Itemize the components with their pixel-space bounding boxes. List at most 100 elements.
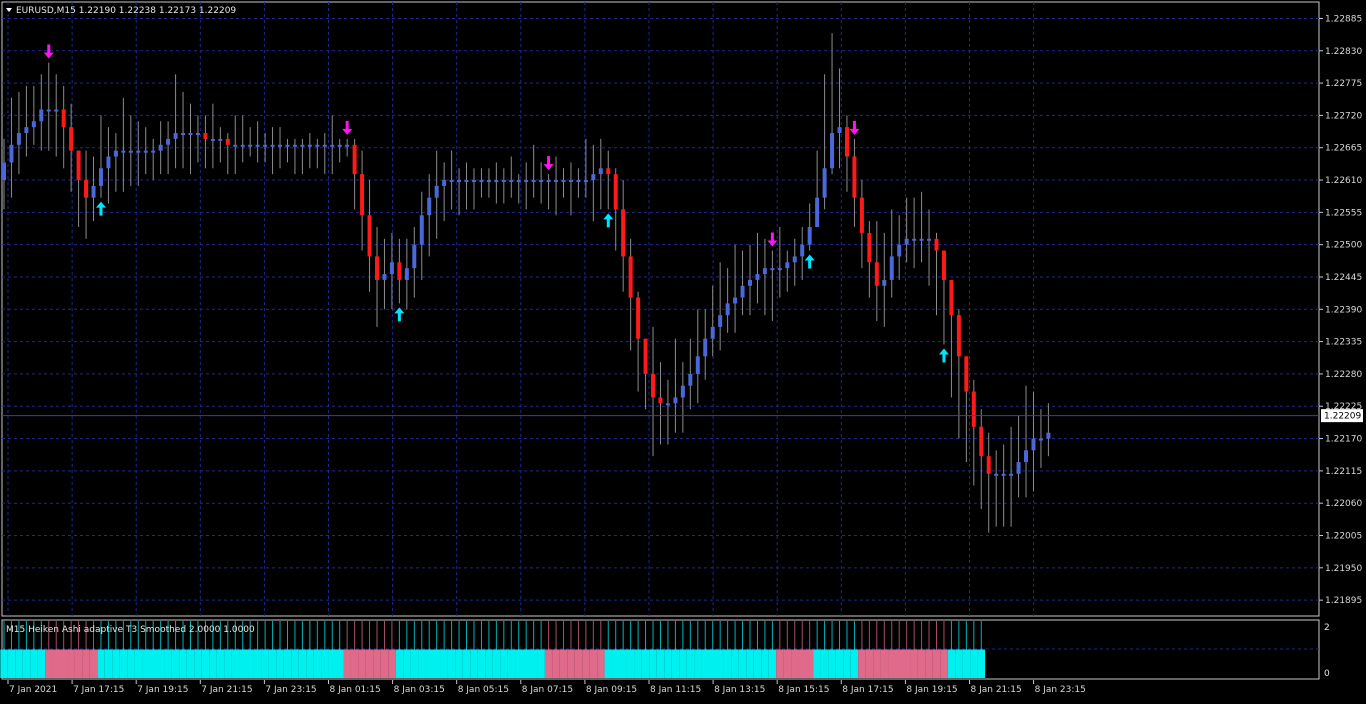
time-label: 8 Jan 01:15	[330, 685, 381, 695]
candle-body	[255, 144, 260, 147]
indicator-bar	[156, 649, 165, 678]
indicator-scale-bottom: 0	[1324, 669, 1330, 679]
price-label: 1.22060	[1325, 499, 1362, 509]
price-chart[interactable]: 1.22885 1.22830 1.22775 1.22720 1.22665 1.226…	[0, 0, 1366, 700]
candle-body	[554, 180, 559, 183]
candle-body	[964, 356, 969, 392]
indicator-bar	[559, 649, 568, 678]
indicator-bar	[149, 649, 157, 678]
candle-body	[934, 238, 939, 251]
indicator-bar	[880, 649, 889, 678]
candle-body	[158, 144, 163, 151]
price-label: 1.22005	[1325, 532, 1362, 542]
indicator-bar	[201, 649, 210, 678]
indicator-bar	[15, 649, 23, 678]
indicator-bar	[373, 649, 381, 678]
indicator-bar	[22, 649, 31, 678]
indicator-bar	[701, 649, 710, 678]
indicator-bar	[97, 649, 105, 678]
candle-body	[718, 315, 723, 327]
candle-body	[777, 268, 782, 271]
candle-body	[889, 256, 894, 280]
time-label: 8 Jan 21:15	[971, 685, 1022, 695]
candle-body	[1024, 450, 1029, 463]
indicator-bar	[432, 649, 441, 678]
candle-body	[233, 144, 238, 147]
candle-body	[583, 180, 588, 183]
time-label: 8 Jan 11:15	[650, 685, 701, 695]
candle-body	[941, 250, 946, 280]
time-label: 7 Jan 2021	[9, 685, 57, 695]
indicator-bar	[544, 649, 553, 678]
candle-body	[270, 144, 275, 147]
time-label: 8 Jan 17:15	[842, 685, 893, 695]
indicator-bar	[253, 649, 262, 678]
indicator-bar	[507, 649, 516, 678]
indicator-bar	[142, 649, 150, 678]
indicator-bar	[529, 649, 538, 678]
price-label: 1.22610	[1325, 176, 1362, 186]
indicator-bar	[45, 649, 53, 678]
indicator-bar	[932, 649, 941, 678]
indicator-bar	[194, 649, 202, 678]
indicator-bar	[955, 649, 963, 678]
candle-body	[91, 185, 96, 198]
candle-body	[621, 209, 626, 257]
time-label: 8 Jan 13:15	[714, 685, 765, 695]
candle-body	[203, 133, 208, 139]
candle-body	[143, 150, 148, 153]
indicator-bar	[522, 649, 530, 678]
candle-body	[300, 144, 305, 147]
indicator-bar	[679, 649, 687, 678]
price-label: 1.21895	[1325, 596, 1362, 606]
candle-body	[330, 144, 335, 147]
indicator-bar	[74, 649, 83, 678]
indicator-bar	[619, 649, 627, 678]
candle-body	[188, 133, 193, 136]
candle-body	[688, 373, 693, 386]
candle-body	[636, 297, 641, 339]
indicator-bar	[59, 649, 68, 678]
candle-body	[598, 168, 603, 175]
candle-body	[658, 397, 663, 404]
candle-body	[1016, 462, 1021, 474]
indicator-bar	[425, 649, 434, 678]
indicator-bar	[134, 649, 143, 678]
candle-body	[404, 268, 409, 280]
indicator-bar	[746, 649, 754, 678]
candle-body	[531, 180, 536, 183]
candle-body	[815, 197, 820, 228]
indicator-bar	[343, 649, 351, 678]
indicator-bar	[574, 649, 583, 678]
indicator-bar	[813, 649, 821, 678]
candle-body	[800, 244, 805, 257]
indicator-bar	[731, 649, 739, 678]
indicator-bar	[962, 649, 971, 678]
indicator-bar	[171, 649, 180, 678]
indicator-bar	[89, 649, 98, 678]
candle-body	[897, 244, 902, 257]
candle-body	[949, 279, 954, 316]
candle-body	[39, 109, 44, 122]
indicator-bar	[485, 649, 493, 678]
indicator-bar	[298, 649, 307, 678]
indicator-bar	[902, 649, 911, 678]
time-label: 7 Jan 23:15	[265, 685, 316, 695]
indicator-bar	[649, 649, 657, 678]
indicator-bar	[582, 649, 590, 678]
price-label: 1.22885	[1325, 14, 1362, 24]
candle-body	[61, 109, 66, 128]
price-label: 1.22775	[1325, 79, 1362, 89]
chart-window[interactable]: 1.22885 1.22830 1.22775 1.22720 1.22665 1.226…	[0, 0, 1366, 700]
candle-body	[807, 227, 812, 245]
indicator-bar	[30, 649, 38, 678]
candle-body	[576, 180, 581, 183]
indicator-bar	[462, 649, 471, 678]
candle-body	[31, 121, 36, 128]
candle-body	[695, 356, 700, 374]
price-label: 1.22830	[1325, 47, 1362, 57]
candle-body	[151, 150, 156, 153]
candle-body	[240, 144, 245, 147]
candle-body	[278, 144, 283, 147]
candle-body	[1031, 438, 1036, 451]
